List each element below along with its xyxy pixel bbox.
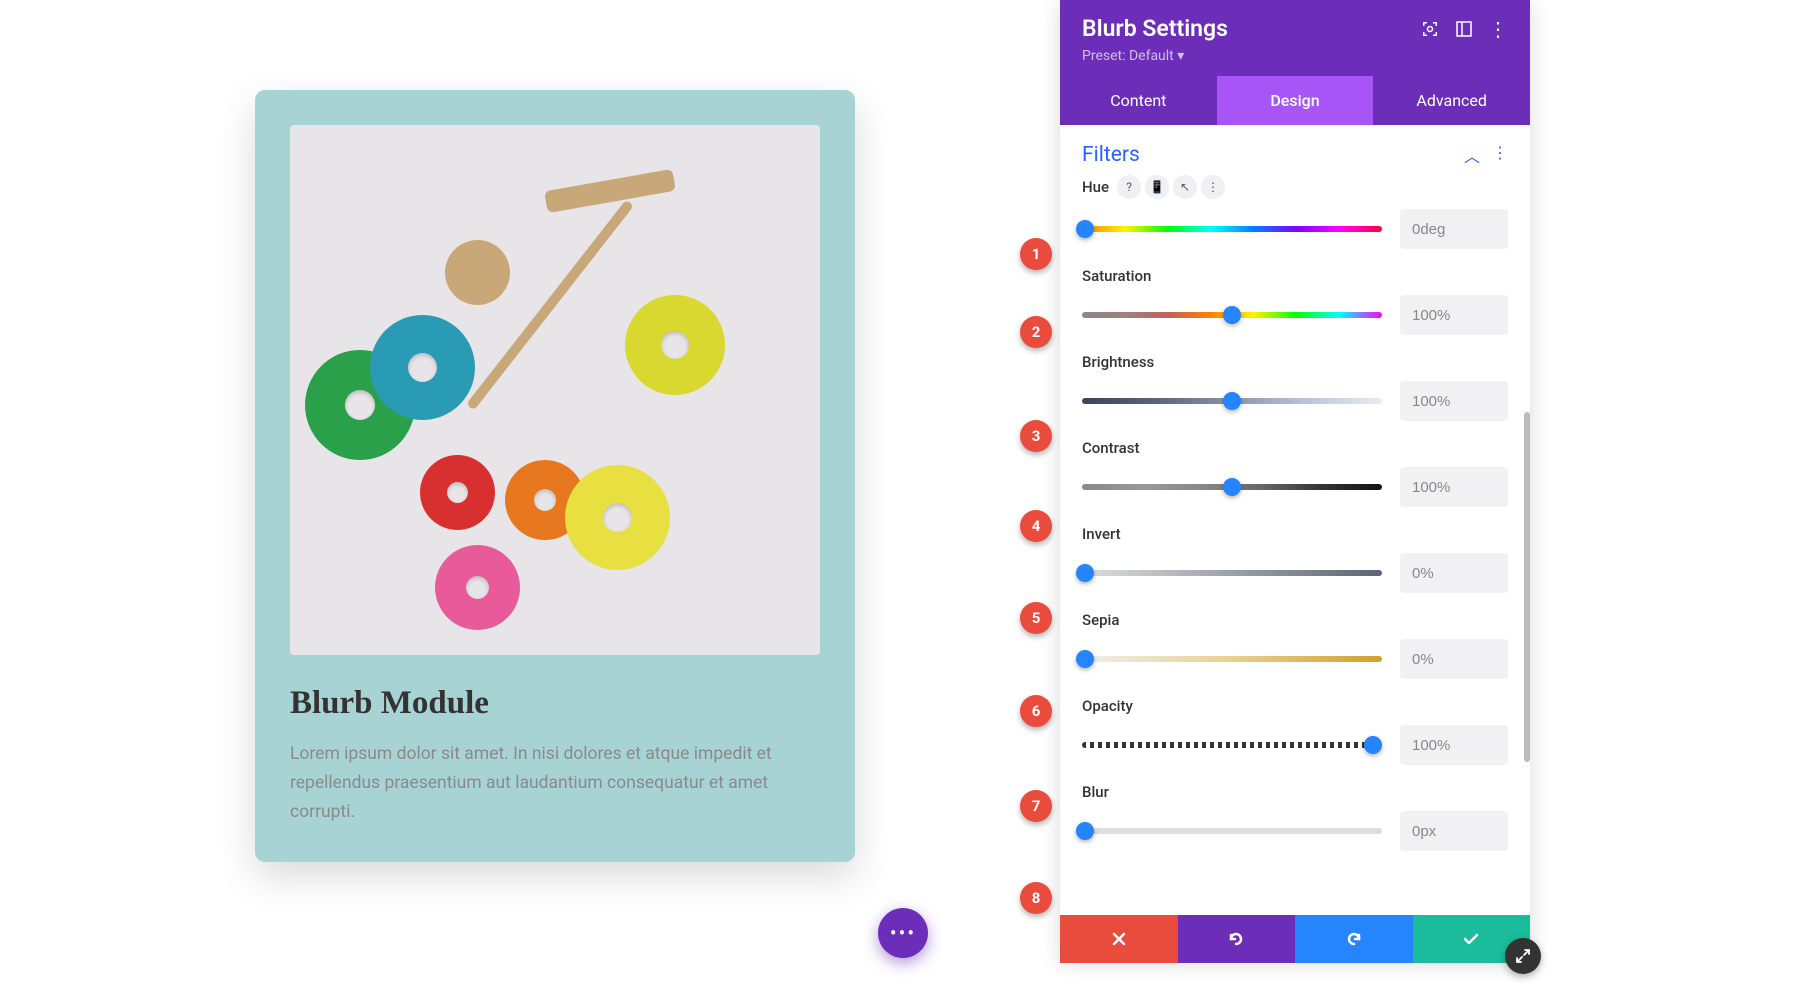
value-input-invert[interactable]: [1400, 553, 1508, 593]
blurb-image: [290, 125, 820, 655]
blurb-card: Blurb Module Lorem ipsum dolor sit amet.…: [255, 90, 855, 862]
slider-invert[interactable]: [1082, 563, 1382, 583]
filter-brightness: Brightness: [1082, 353, 1508, 421]
tab-design[interactable]: Design: [1217, 76, 1374, 125]
filter-label: Contrast: [1082, 439, 1140, 457]
value-input-brightness[interactable]: [1400, 381, 1508, 421]
filter-label: Hue: [1082, 178, 1109, 196]
slider-opacity[interactable]: [1082, 735, 1382, 755]
slider-sepia[interactable]: [1082, 649, 1382, 669]
settings-panel: Blurb Settings ⋮ Preset: Default ▾ Conte…: [1060, 0, 1530, 960]
filter-opacity: Opacity: [1082, 697, 1508, 765]
annotation-7: 7: [1020, 790, 1052, 822]
tab-content[interactable]: Content: [1060, 76, 1217, 125]
filter-label: Blur: [1082, 783, 1109, 801]
expand-fab[interactable]: [1505, 938, 1541, 974]
slider-brightness[interactable]: [1082, 391, 1382, 411]
cursor-icon[interactable]: ↖: [1173, 175, 1197, 199]
slider-thumb[interactable]: [1223, 306, 1241, 324]
slider-thumb[interactable]: [1223, 392, 1241, 410]
menu-icon[interactable]: ⋮: [1488, 19, 1508, 39]
annotation-3: 3: [1020, 420, 1052, 452]
filter-saturation: Saturation: [1082, 267, 1508, 335]
more-icon[interactable]: ⋮: [1201, 175, 1225, 199]
redo-button[interactable]: [1295, 915, 1413, 963]
builder-fab[interactable]: •••: [878, 908, 928, 958]
slider-hue[interactable]: [1082, 219, 1382, 239]
annotation-8: 8: [1020, 882, 1052, 914]
annotation-4: 4: [1020, 510, 1052, 542]
filter-sepia: Sepia: [1082, 611, 1508, 679]
value-input-sepia[interactable]: [1400, 639, 1508, 679]
filter-contrast: Contrast: [1082, 439, 1508, 507]
annotation-2: 2: [1020, 316, 1052, 348]
annotation-1: 1: [1020, 238, 1052, 270]
undo-button[interactable]: [1178, 915, 1296, 963]
focus-icon[interactable]: [1420, 19, 1440, 39]
filter-blur: Blur: [1082, 783, 1508, 851]
slider-thumb[interactable]: [1223, 478, 1241, 496]
value-input-contrast[interactable]: [1400, 467, 1508, 507]
collapse-icon[interactable]: ︿: [1464, 143, 1480, 167]
section-title-filters[interactable]: Filters: [1082, 143, 1140, 167]
blurb-text: Lorem ipsum dolor sit amet. In nisi dolo…: [290, 740, 820, 827]
tab-advanced[interactable]: Advanced: [1373, 76, 1530, 125]
close-button[interactable]: [1060, 915, 1178, 963]
device-icon[interactable]: 📱: [1145, 175, 1169, 199]
slider-thumb[interactable]: [1076, 220, 1094, 238]
filter-hue: Hue?📱↖⋮: [1082, 175, 1508, 249]
value-input-saturation[interactable]: [1400, 295, 1508, 335]
panel-title: Blurb Settings: [1082, 15, 1228, 42]
slider-contrast[interactable]: [1082, 477, 1382, 497]
layout-icon[interactable]: [1454, 19, 1474, 39]
annotation-5: 5: [1020, 602, 1052, 634]
slider-thumb[interactable]: [1076, 564, 1094, 582]
blurb-title: Blurb Module: [290, 685, 820, 722]
filter-label: Saturation: [1082, 267, 1151, 285]
slider-saturation[interactable]: [1082, 305, 1382, 325]
filter-invert: Invert: [1082, 525, 1508, 593]
slider-blur[interactable]: [1082, 821, 1382, 841]
slider-thumb[interactable]: [1364, 736, 1382, 754]
filter-label: Opacity: [1082, 697, 1133, 715]
value-input-blur[interactable]: [1400, 811, 1508, 851]
filter-label: Sepia: [1082, 611, 1119, 629]
scrollbar[interactable]: [1524, 412, 1530, 762]
value-input-opacity[interactable]: [1400, 725, 1508, 765]
section-menu-icon[interactable]: ⋮: [1492, 143, 1508, 167]
filter-label: Invert: [1082, 525, 1121, 543]
slider-thumb[interactable]: [1076, 650, 1094, 668]
filter-label: Brightness: [1082, 353, 1154, 371]
help-icon[interactable]: ?: [1117, 175, 1141, 199]
annotation-6: 6: [1020, 695, 1052, 727]
value-input-hue[interactable]: [1400, 209, 1508, 249]
preset-selector[interactable]: Preset: Default ▾: [1082, 48, 1508, 64]
slider-thumb[interactable]: [1076, 822, 1094, 840]
